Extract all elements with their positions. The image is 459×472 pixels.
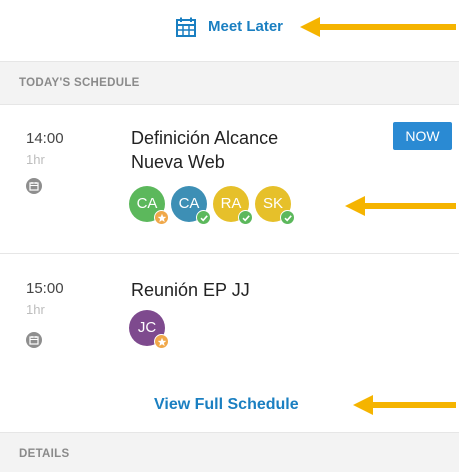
calendar-icon <box>26 332 42 348</box>
calendar-grid-icon <box>176 17 196 37</box>
annotation-arrow-icon <box>353 395 456 415</box>
attendee-initials: RA <box>220 195 242 212</box>
organizer-star-icon <box>154 334 169 349</box>
schedule-event[interactable]: 14:00 1hr Definición Alcance Nueva Web N… <box>0 106 459 254</box>
event-time: 14:00 <box>26 130 64 147</box>
accepted-check-icon <box>238 210 253 225</box>
meet-later-button[interactable]: Meet Later <box>176 16 283 38</box>
event-title-line-2: Nueva Web <box>131 152 225 172</box>
attendee-initials: JC <box>137 319 157 336</box>
accepted-check-icon <box>196 210 211 225</box>
details-title: DETAILS <box>19 448 70 460</box>
attendee-avatar[interactable]: JC <box>129 310 169 349</box>
attendee-initials: SK <box>262 195 283 212</box>
todays-schedule-header: TODAY'S SCHEDULE <box>0 61 459 105</box>
event-title: Reunión EP JJ <box>131 280 250 300</box>
calendar-icon <box>26 178 42 194</box>
attendee-avatar[interactable]: CA <box>171 186 211 225</box>
attendee-initials: CA <box>178 195 200 212</box>
annotation-arrow-icon <box>345 196 456 216</box>
schedule-event[interactable]: 15:00 1hr Reunión EP JJ JC <box>0 254 459 370</box>
now-badge: NOW <box>393 122 452 150</box>
todays-schedule-title: TODAY'S SCHEDULE <box>19 77 140 89</box>
annotation-arrow-icon <box>300 17 456 37</box>
organizer-star-icon <box>154 210 169 225</box>
event-duration: 1hr <box>26 302 45 317</box>
meet-later-label: Meet Later <box>208 18 284 35</box>
details-header: DETAILS <box>0 432 459 472</box>
accepted-check-icon <box>280 210 295 225</box>
view-full-schedule-link[interactable]: View Full Schedule <box>154 396 299 414</box>
attendee-avatar[interactable]: SK <box>255 186 295 225</box>
attendee-avatar[interactable]: RA <box>213 186 253 225</box>
attendee-avatar[interactable]: CA <box>129 186 169 225</box>
event-title-line-1: Definición Alcance <box>131 128 279 148</box>
event-time: 15:00 <box>26 280 64 297</box>
event-duration: 1hr <box>26 152 45 167</box>
attendee-initials: CA <box>136 195 158 212</box>
